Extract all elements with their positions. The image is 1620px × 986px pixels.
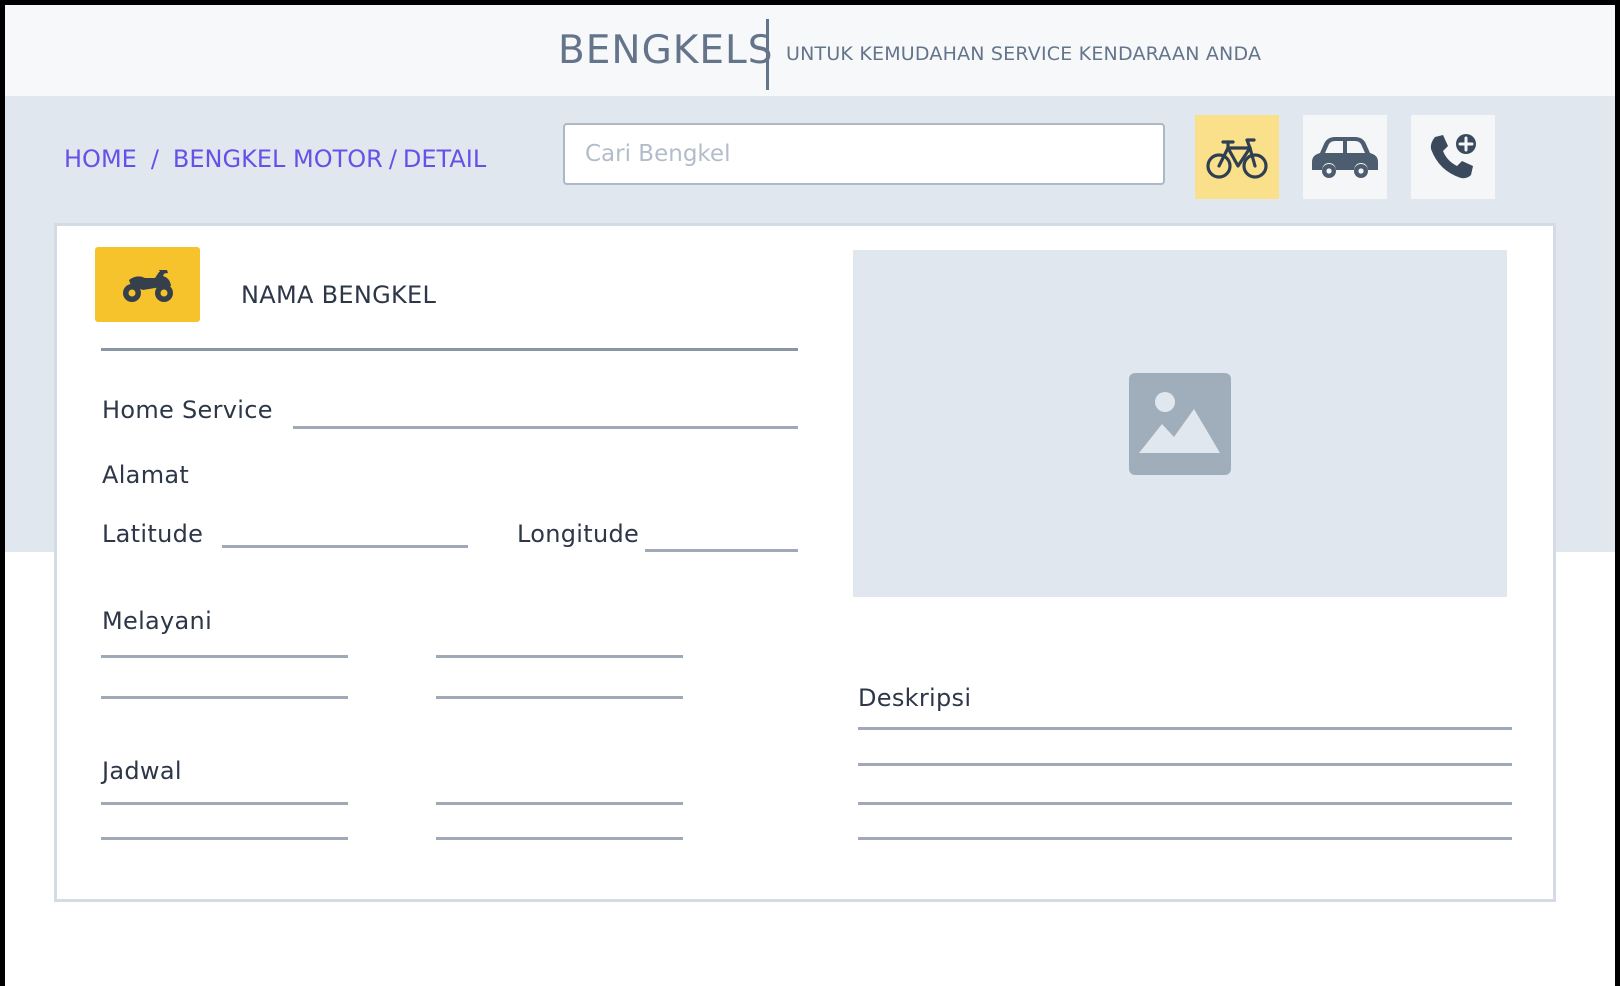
brand-tagline: UNTUK KEMUDAHAN SERVICE KENDARAAN ANDA [786,43,1262,65]
phone-plus-icon [1430,134,1476,179]
description-value-line [858,837,1512,840]
address-label: Alamat [102,461,190,489]
schedule-value-line [101,802,348,805]
latitude-value-line [222,545,468,548]
schedule-label: Jadwal [102,757,182,785]
serves-value-line [436,696,683,699]
home-service-label: Home Service [102,396,273,424]
schedule-value-line [101,837,348,840]
longitude-label: Longitude [517,520,640,548]
category-car-button[interactable] [1303,115,1387,199]
top-bar: BENGKELS UNTUK KEMUDAHAN SERVICE KENDARA… [5,5,1615,96]
serves-value-line [101,655,348,658]
serves-value-line [436,655,683,658]
breadcrumb-separator: / [150,145,159,173]
description-value-line [858,802,1512,805]
category-bicycle-button[interactable] [1195,115,1279,199]
motorcycle-icon [122,269,173,302]
latitude-label: Latitude [102,520,204,548]
shop-name-underline [101,348,798,351]
description-value-line [858,763,1512,766]
home-service-value-line [293,426,798,429]
breadcrumb-home-link[interactable]: HOME [64,145,137,173]
schedule-value-line [436,802,683,805]
breadcrumb-separator: / [388,145,397,173]
breadcrumb-category-link[interactable]: BENGKEL MOTOR [173,145,383,173]
search-input[interactable] [563,123,1165,185]
schedule-value-line [436,837,683,840]
category-phone-button[interactable] [1411,115,1495,199]
description-label: Deskripsi [858,684,972,712]
breadcrumb-current: DETAIL [402,145,487,173]
description-value-line [858,727,1512,730]
brand-divider [766,19,769,90]
shop-type-badge [95,247,200,322]
longitude-value-line [645,549,798,552]
serves-value-line [101,696,348,699]
serves-label: Melayani [102,607,213,635]
car-icon [1312,137,1378,178]
shop-photo-placeholder [853,250,1507,597]
image-placeholder-icon [1129,372,1231,475]
brand-title[interactable]: BENGKELS [558,28,774,74]
bicycle-icon [1206,138,1268,179]
breadcrumb: HOME / BENGKEL MOTOR / DETAIL [64,145,486,173]
shop-name: NAMA BENGKEL [241,281,437,309]
